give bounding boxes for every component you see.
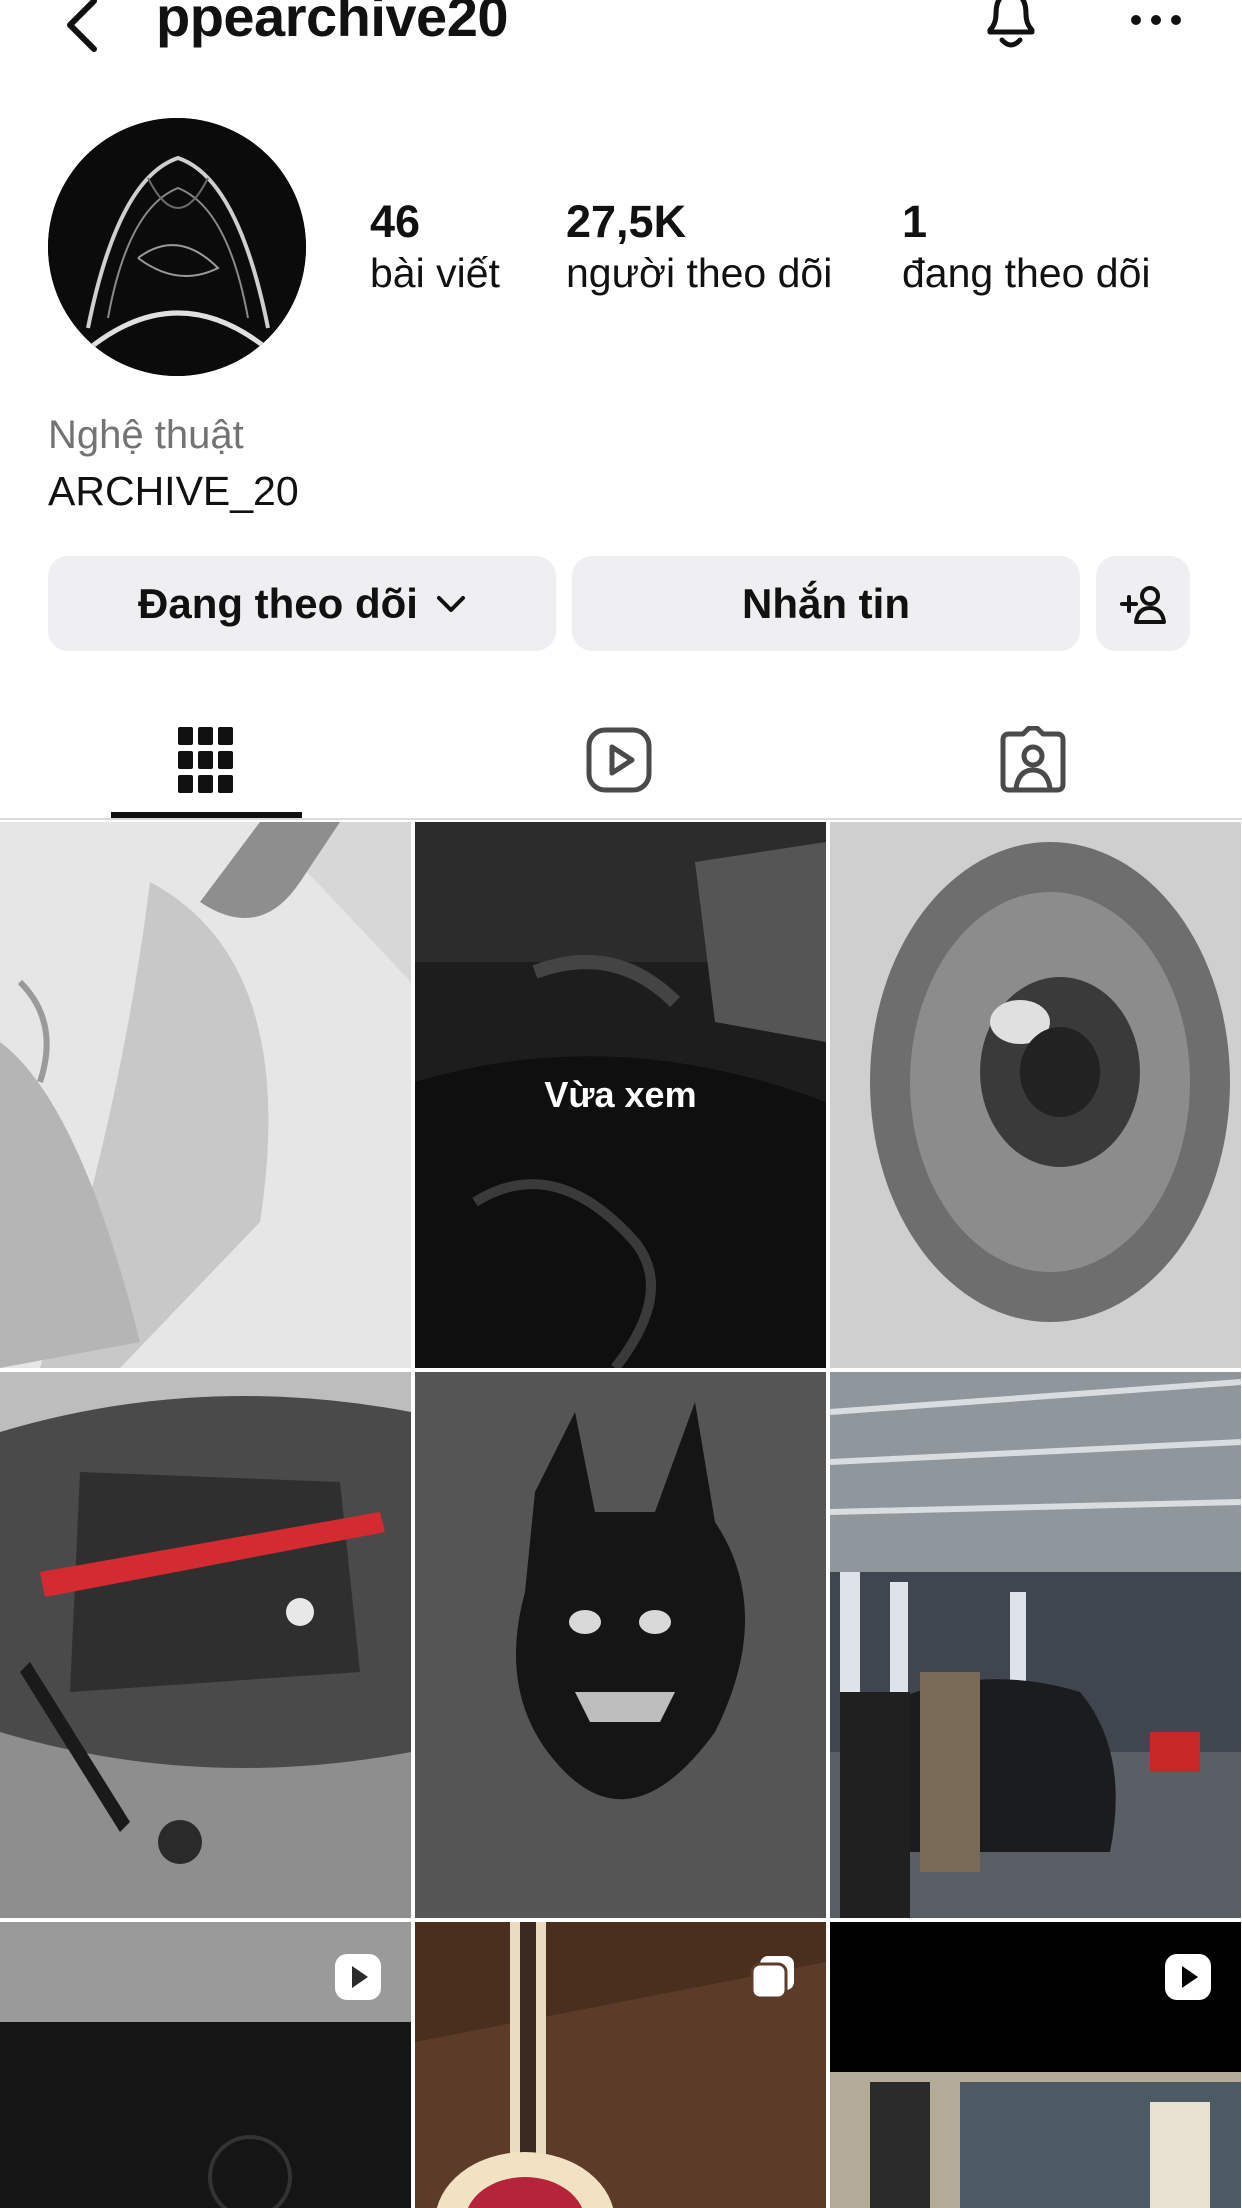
- tagged-person-icon: [1000, 726, 1066, 793]
- stat-followers-count: 27,5K: [566, 196, 687, 247]
- post-thumbnail[interactable]: [415, 1922, 826, 2208]
- notifications-button[interactable]: [978, 0, 1044, 58]
- profile-bio-name: ARCHIVE_20: [48, 468, 299, 514]
- top-bar: ppearchive20: [0, 0, 1242, 60]
- post-image: [830, 1372, 1241, 1918]
- profile-username: ppearchive20: [156, 0, 508, 48]
- bell-icon: [987, 0, 1035, 48]
- stat-posts[interactable]: 46 bài viết: [370, 196, 500, 298]
- profile-avatar[interactable]: [48, 118, 306, 376]
- tabs-divider: [0, 818, 1242, 820]
- stat-posts-count: 46: [370, 196, 421, 247]
- post-image: [0, 1372, 411, 1918]
- back-button[interactable]: [56, 0, 108, 60]
- post-image: [0, 822, 411, 1368]
- post-thumbnail[interactable]: [415, 1372, 826, 1918]
- more-dots-icon: [1131, 15, 1181, 25]
- back-chevron-icon: [67, 0, 97, 52]
- post-thumbnail[interactable]: [0, 1922, 411, 2208]
- stat-followers[interactable]: 27,5K người theo dõi: [566, 196, 832, 298]
- stat-following-count: 1: [902, 196, 928, 247]
- message-button[interactable]: Nhắn tin: [572, 556, 1080, 651]
- avatar-artwork: [48, 118, 306, 376]
- post-thumbnail[interactable]: [830, 1372, 1241, 1918]
- profile-tabs: [0, 700, 1242, 820]
- reels-icon: [586, 727, 652, 793]
- post-image: [830, 822, 1241, 1368]
- tab-posts[interactable]: [111, 700, 301, 820]
- stat-followers-label: người theo dõi: [566, 250, 833, 296]
- add-person-icon: [1120, 585, 1166, 624]
- message-button-label: Nhắn tin: [742, 579, 910, 627]
- post-thumbnail[interactable]: [0, 822, 411, 1368]
- carousel-icon: [750, 1956, 794, 2000]
- recently-viewed-label: Vừa xem: [544, 1074, 697, 1115]
- more-options-button[interactable]: [1128, 0, 1184, 40]
- profile-category: Nghệ thuật: [48, 413, 244, 457]
- post-thumbnail-recently-viewed[interactable]: Vừa xem: [415, 822, 826, 1368]
- stat-following-label: đang theo dõi: [902, 250, 1151, 296]
- reel-icon: [1165, 1954, 1211, 2000]
- stat-posts-label: bài viết: [370, 250, 500, 296]
- add-user-button[interactable]: [1096, 556, 1190, 651]
- post-thumbnail[interactable]: [830, 822, 1241, 1368]
- tab-reels[interactable]: [524, 700, 714, 820]
- following-button-label: Đang theo dõi: [138, 579, 418, 627]
- tab-tagged[interactable]: [938, 700, 1128, 820]
- grid-icon: [178, 727, 233, 793]
- post-thumbnail[interactable]: [830, 1922, 1241, 2208]
- post-thumbnail[interactable]: [0, 1372, 411, 1918]
- post-image: [415, 1372, 826, 1918]
- following-button[interactable]: Đang theo dõi: [48, 556, 556, 651]
- reel-icon: [335, 1954, 381, 2000]
- chevron-down-icon: [436, 594, 466, 614]
- stat-following[interactable]: 1 đang theo dõi: [902, 196, 1151, 298]
